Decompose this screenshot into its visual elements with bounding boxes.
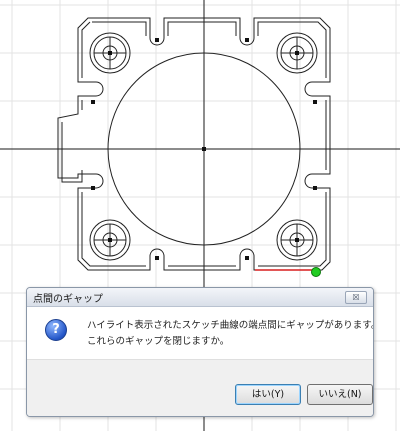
dialog-body: ? ハイライト表示されたスケッチ曲線の端点間にギャップがあります。 これらのギャ… (27, 307, 373, 359)
inner-contour[interactable] (61, 21, 327, 267)
sketch-profile[interactable] (57, 17, 331, 271)
no-button[interactable]: いいえ(N) (307, 384, 373, 405)
close-button[interactable]: ☒ (345, 291, 367, 304)
message-line-1: ハイライト表示されたスケッチ曲線の端点間にギャップがあります。 (87, 320, 374, 331)
highlighted-gap-curve[interactable] (255, 269, 319, 277)
dialog-footer: はい(Y) いいえ(N) (27, 359, 373, 416)
message-line-2: これらのギャップを閉じますか。 (87, 336, 230, 347)
gap-dialog: 点間のギャップ ☒ ? ハイライト表示されたスケッチ曲線の端点間にギャップがあり… (26, 287, 374, 417)
gap-endpoint-marker[interactable] (311, 267, 321, 277)
yes-button[interactable]: はい(Y) (235, 384, 301, 405)
outer-contour[interactable] (57, 17, 331, 271)
dialog-titlebar: 点間のギャップ ☒ (27, 288, 373, 307)
dialog-title: 点間のギャップ (33, 294, 103, 305)
question-icon: ? (45, 319, 67, 341)
